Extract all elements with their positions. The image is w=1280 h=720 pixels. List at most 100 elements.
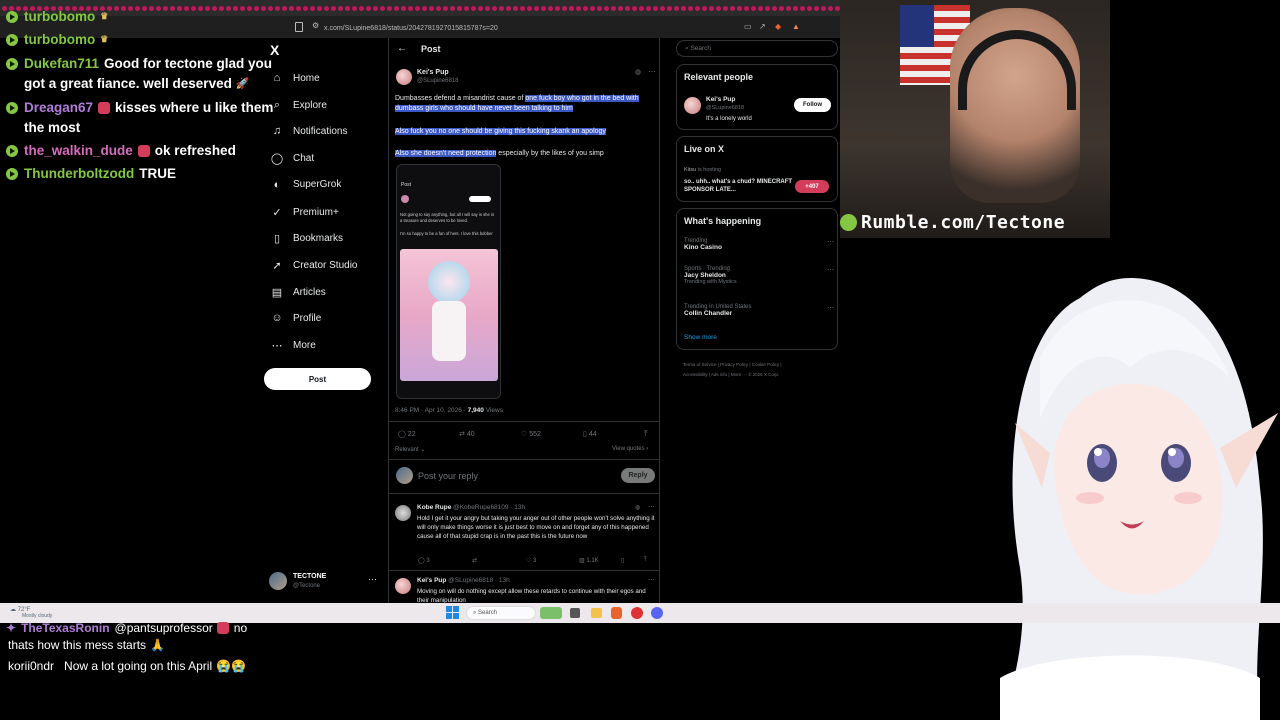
reply-author-name[interactable]: Kobe Rupe: [417, 504, 451, 511]
person-name[interactable]: Kei's Pup: [706, 96, 735, 103]
brave-shield-icon[interactable]: ◆: [775, 22, 781, 31]
tab-indicator[interactable]: [576, 6, 581, 11]
post-button[interactable]: Post: [264, 368, 371, 390]
tab-indicator[interactable]: [737, 6, 742, 11]
trend-item[interactable]: Sports · Trending Jacy Sheldon Trending …: [684, 266, 834, 285]
bookmark-count-button[interactable]: ▯ 44: [583, 430, 597, 439]
tab-indicator[interactable]: [618, 6, 623, 11]
tab-indicator[interactable]: [604, 6, 609, 11]
tab-indicator[interactable]: [352, 6, 357, 11]
reply-like-button[interactable]: ♡ 3: [526, 557, 536, 564]
account-more-icon[interactable]: ⋯: [368, 574, 377, 585]
tab-indicator[interactable]: [492, 6, 497, 11]
tab-indicator[interactable]: [611, 6, 616, 11]
reply-author-avatar[interactable]: [395, 505, 411, 521]
reply-input[interactable]: Post your reply: [418, 471, 478, 481]
tab-indicator[interactable]: [660, 6, 665, 11]
nav-item-home[interactable]: ⌂ Home: [270, 72, 320, 84]
tab-indicator[interactable]: [695, 6, 700, 11]
person-avatar[interactable]: [684, 97, 701, 114]
tab-indicator[interactable]: [555, 6, 560, 11]
follow-button[interactable]: Follow: [794, 98, 831, 112]
tab-indicator[interactable]: [366, 6, 371, 11]
reply-views-button[interactable]: ▥ 1.1K: [579, 557, 599, 564]
nav-item-supergrok[interactable]: ◐ SuperGrok: [270, 179, 342, 191]
tab-indicator[interactable]: [814, 6, 819, 11]
tab-indicator[interactable]: [415, 6, 420, 11]
task-view-icon[interactable]: [570, 608, 580, 618]
tab-indicator[interactable]: [275, 6, 280, 11]
tab-indicator[interactable]: [667, 6, 672, 11]
nav-item-creator-studio[interactable]: ➚ Creator Studio: [270, 259, 357, 272]
tab-indicator[interactable]: [338, 6, 343, 11]
widgets-icon[interactable]: [540, 607, 562, 619]
tab-indicator[interactable]: [779, 6, 784, 11]
reply-more-icon[interactable]: ⋯: [648, 503, 655, 511]
live-count-badge[interactable]: +407: [795, 180, 829, 193]
footer-links[interactable]: Terms of Service | Privacy Policy | Cook…: [683, 360, 838, 380]
tab-indicator[interactable]: [632, 6, 637, 11]
trend-item[interactable]: Trending in United States Collin Chandle…: [684, 304, 834, 317]
tab-indicator[interactable]: [597, 6, 602, 11]
tab-indicator[interactable]: [681, 6, 686, 11]
tab-indicator[interactable]: [443, 6, 448, 11]
tab-indicator[interactable]: [268, 6, 273, 11]
tab-indicator[interactable]: [548, 6, 553, 11]
windows-start-icon[interactable]: [446, 606, 459, 619]
taskbar-search[interactable]: ⌕ Search: [466, 606, 536, 620]
tab-indicator[interactable]: [751, 6, 756, 11]
reply-count-button[interactable]: ◯ 22: [398, 430, 416, 439]
tab-indicator[interactable]: [436, 6, 441, 11]
tab-indicator[interactable]: [317, 6, 322, 11]
tab-indicator[interactable]: [765, 6, 770, 11]
tab-indicator[interactable]: [345, 6, 350, 11]
tab-indicator[interactable]: [723, 6, 728, 11]
nav-item-profile[interactable]: ☺ Profile: [270, 312, 321, 324]
repost-count-button[interactable]: ⇄ 40: [459, 430, 475, 439]
tab-indicator[interactable]: [478, 6, 483, 11]
tab-indicator[interactable]: [422, 6, 427, 11]
post-more-icon[interactable]: ⋯: [648, 67, 656, 76]
nav-item-chat[interactable]: ◯ Chat: [270, 152, 314, 165]
tab-indicator[interactable]: [744, 6, 749, 11]
tab-indicator[interactable]: [709, 6, 714, 11]
sort-dropdown[interactable]: Relevant ⌄: [395, 446, 425, 453]
tab-indicator[interactable]: [394, 6, 399, 11]
nav-item-bookmarks[interactable]: ▯ Bookmarks: [270, 232, 343, 245]
reply2-author-avatar[interactable]: [395, 578, 411, 594]
share-icon[interactable]: ⤒: [644, 429, 648, 439]
tab-indicator[interactable]: [289, 6, 294, 11]
grok-icon[interactable]: ◍: [635, 68, 641, 76]
tab-indicator[interactable]: [646, 6, 651, 11]
tab-indicator[interactable]: [373, 6, 378, 11]
tab-indicator[interactable]: [457, 6, 462, 11]
share-icon[interactable]: ↗: [759, 22, 766, 31]
tab-indicator[interactable]: [807, 6, 812, 11]
tab-indicator[interactable]: [506, 6, 511, 11]
reply-repost-button[interactable]: ⇄: [472, 557, 477, 564]
rewards-icon[interactable]: ▲: [792, 22, 800, 31]
account-avatar[interactable]: [269, 572, 287, 590]
tab-indicator[interactable]: [828, 6, 833, 11]
tab-indicator[interactable]: [821, 6, 826, 11]
trend-more-icon[interactable]: ⋯: [827, 238, 834, 246]
back-arrow-icon[interactable]: ←: [397, 43, 407, 54]
file-explorer-icon[interactable]: [591, 608, 602, 618]
grok-icon[interactable]: ◍: [635, 504, 640, 511]
tab-indicator[interactable]: [485, 6, 490, 11]
embedded-screenshot[interactable]: Post Not going to say anything, but all …: [396, 164, 501, 399]
discord-icon[interactable]: [651, 607, 663, 619]
tab-indicator[interactable]: [625, 6, 630, 11]
tab-indicator[interactable]: [450, 6, 455, 11]
tab-indicator[interactable]: [408, 6, 413, 11]
reader-icon[interactable]: ▭: [744, 22, 752, 31]
tab-indicator[interactable]: [331, 6, 336, 11]
author-name[interactable]: Kei's Pup: [417, 69, 449, 76]
tab-indicator[interactable]: [772, 6, 777, 11]
tab-indicator[interactable]: [359, 6, 364, 11]
tab-indicator[interactable]: [702, 6, 707, 11]
tab-indicator[interactable]: [296, 6, 301, 11]
address-bar[interactable]: x.com/SLupine6818/status/204278192701581…: [300, 21, 820, 35]
trend-more-icon[interactable]: ⋯: [827, 266, 834, 274]
trend-item[interactable]: Trending Kino Casino ⋯: [684, 238, 834, 251]
